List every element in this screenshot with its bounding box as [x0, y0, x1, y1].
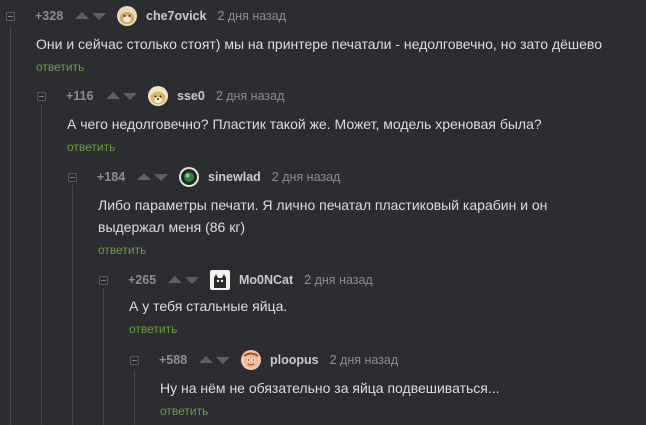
comment-rating: +328	[35, 9, 64, 23]
username[interactable]: che7ovick	[146, 9, 206, 23]
thread-line-3[interactable]	[72, 185, 73, 425]
cat-avatar-icon[interactable]	[117, 6, 137, 26]
comment-text: А у тебя стальные яйца.	[129, 298, 288, 314]
downvote-icon[interactable]	[154, 174, 168, 181]
upvote-icon[interactable]	[137, 173, 151, 180]
collapse-button[interactable]	[37, 91, 46, 101]
thread-line-4[interactable]	[103, 288, 104, 425]
comment-text-line-1: Либо параметры печати. Я лично печатал п…	[98, 197, 548, 213]
comment-rating: +588	[159, 353, 188, 367]
comments-thread: +328 che7ovick 2 дня назад Они и сейчас …	[0, 0, 646, 425]
comment-time: 2 дня назад	[217, 9, 287, 23]
upvote-icon[interactable]	[199, 356, 213, 363]
upvote-icon[interactable]	[75, 12, 89, 19]
cat-bw-avatar-icon[interactable]	[210, 270, 230, 290]
username[interactable]: sinewlad	[208, 170, 261, 184]
comment-time: 2 дня назад	[329, 353, 399, 367]
thread-line-2[interactable]	[41, 105, 42, 425]
collapse-button[interactable]	[6, 11, 15, 21]
collapse-button[interactable]	[130, 355, 139, 365]
comment-header: +265 Mo0NCat 2 дня назад	[99, 270, 373, 290]
collapse-button[interactable]	[68, 172, 77, 182]
comment-rating: +184	[97, 170, 126, 184]
downvote-icon[interactable]	[92, 13, 106, 20]
comment-text: Ну на нём не обязательно за яйца подвеши…	[160, 380, 500, 396]
collapse-button[interactable]	[99, 275, 108, 285]
doge-avatar-icon[interactable]	[148, 86, 168, 106]
comment-rating: +265	[128, 273, 157, 287]
username[interactable]: sse0	[177, 89, 205, 103]
username[interactable]: Mo0NCat	[239, 273, 293, 287]
comment-header: +328 che7ovick 2 дня назад	[6, 6, 286, 26]
comment-text: Они и сейчас столько стоят) мы на принте…	[36, 36, 602, 52]
reply-link[interactable]: ответить	[160, 404, 208, 418]
comment-time: 2 дня назад	[271, 170, 341, 184]
comment-time: 2 дня назад	[304, 273, 373, 287]
comment-rating: +116	[66, 89, 94, 103]
cartoon-avatar-icon[interactable]	[241, 350, 261, 370]
comment-header: +116 sse0 2 дня назад	[37, 86, 284, 106]
downvote-icon[interactable]	[216, 357, 230, 364]
comment-header: +588 ploopus 2 дня назад	[130, 350, 398, 370]
thread-line-1[interactable]	[10, 26, 11, 425]
comment-text: А чего недолговечно? Пластик такой же. М…	[67, 116, 542, 132]
downvote-icon[interactable]	[123, 93, 137, 100]
downvote-icon[interactable]	[185, 277, 199, 284]
green-orb-avatar-icon[interactable]	[179, 167, 199, 187]
reply-link[interactable]: ответить	[129, 322, 177, 336]
reply-link[interactable]: ответить	[67, 140, 115, 154]
username[interactable]: ploopus	[270, 353, 319, 367]
reply-link[interactable]: ответить	[36, 60, 84, 74]
upvote-icon[interactable]	[168, 276, 182, 283]
reply-link[interactable]: ответить	[98, 243, 146, 257]
comment-time: 2 дня назад	[215, 89, 285, 103]
thread-line-5[interactable]	[134, 370, 135, 425]
comment-header: +184 sinewlad 2 дня назад	[68, 167, 340, 187]
upvote-icon[interactable]	[106, 92, 120, 99]
comment-text-line-2: выдержал меня (86 кг)	[98, 219, 246, 235]
